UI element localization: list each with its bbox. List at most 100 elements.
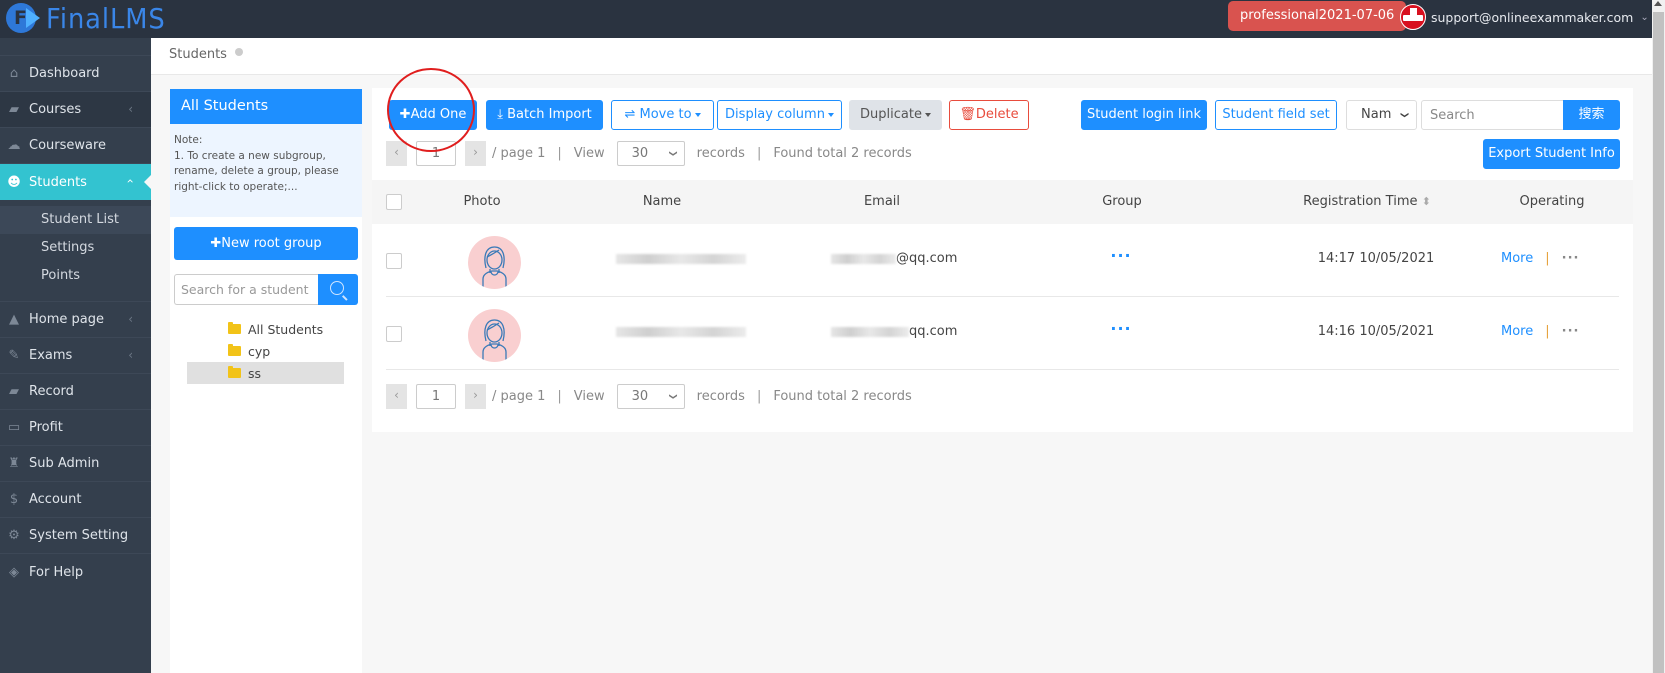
group-item-cyp[interactable]: cyp xyxy=(187,340,344,362)
more-options-button[interactable]: ··· xyxy=(1562,251,1580,266)
group-note: Note: 1. To create a new subgroup, renam… xyxy=(170,124,362,217)
sidebar-item-students[interactable]: ☻ Students ‹ xyxy=(0,164,152,200)
prev-page-button[interactable]: ‹ xyxy=(386,141,407,166)
group-item-all-students[interactable]: All Students xyxy=(187,318,344,340)
group-search-input[interactable] xyxy=(174,274,318,305)
student-photo xyxy=(468,309,521,362)
chevron-left-icon: ‹ xyxy=(128,102,133,116)
search-field-select[interactable]: Nam ❯ xyxy=(1346,100,1417,130)
next-page-button[interactable]: › xyxy=(465,141,486,166)
page-size-select[interactable]: 30 ❯ xyxy=(616,384,685,409)
chevron-left-icon: ‹ xyxy=(128,312,133,326)
credit-card-icon: ▭ xyxy=(7,420,21,435)
sidebar-item-account[interactable]: $ Account xyxy=(0,482,151,518)
user-avatar xyxy=(1400,4,1426,30)
sidebar-item-system-setting[interactable]: ⚙ System Setting xyxy=(0,518,151,554)
sidebar-item-courseware[interactable]: ☁ Courseware xyxy=(0,128,151,164)
folder-icon xyxy=(228,366,241,378)
records-label: records xyxy=(696,389,745,404)
column-photo: Photo xyxy=(463,194,501,209)
group-item-ss[interactable]: ss xyxy=(187,362,344,384)
row-checkbox[interactable] xyxy=(386,326,402,342)
registration-time: 14:16 10/05/2021 xyxy=(1317,324,1435,339)
top-bar: F FinalLMS professional2021-07-06 suppor… xyxy=(0,0,1652,38)
separator: | xyxy=(1545,251,1550,266)
prev-page-button[interactable]: ‹ xyxy=(386,384,407,409)
student-name xyxy=(581,324,781,339)
sidebar-item-profit[interactable]: ▭ Profit xyxy=(0,410,151,446)
column-group: Group xyxy=(1102,194,1142,209)
found-total-label: Found total 2 records xyxy=(773,146,912,161)
sidebar-item-dashboard[interactable]: ⌂ Dashboard xyxy=(0,56,151,92)
group-more-button[interactable]: ··· xyxy=(1076,246,1166,265)
batch-import-button[interactable]: ⤓ Batch Import xyxy=(486,100,603,130)
select-all-checkbox[interactable] xyxy=(386,194,402,210)
search-button[interactable]: 搜索 xyxy=(1563,100,1620,130)
page-number-input[interactable] xyxy=(416,141,456,166)
add-one-button[interactable]: ✚Add One xyxy=(389,100,477,130)
student-login-link-button[interactable]: Student login link xyxy=(1081,100,1207,130)
scrollbar-thumb[interactable] xyxy=(1653,12,1664,673)
redacted-email xyxy=(831,326,909,337)
student-field-set-button[interactable]: Student field set xyxy=(1215,100,1337,130)
display-column-button[interactable]: Display column xyxy=(717,100,842,130)
sidebar-subitem-settings[interactable]: Settings xyxy=(0,234,151,262)
user-menu[interactable]: support@onlineexammaker.com ⌄ xyxy=(1400,2,1649,32)
group-tree: All Students cyp ss xyxy=(170,318,362,384)
version-badge[interactable]: professional2021-07-06 xyxy=(1228,1,1407,31)
sidebar-item-record[interactable]: ▰ Record xyxy=(0,374,151,410)
breadcrumb: Students xyxy=(169,47,243,62)
vertical-scrollbar[interactable] xyxy=(1652,0,1665,673)
more-link[interactable]: More xyxy=(1501,251,1533,266)
student-search-input[interactable] xyxy=(1421,100,1564,130)
breadcrumb-current[interactable]: Students xyxy=(169,47,227,62)
view-label: View xyxy=(573,146,605,161)
page-number-input[interactable] xyxy=(416,384,456,409)
sidebar-subitem-student-list[interactable]: Student List xyxy=(0,206,151,234)
export-student-info-button[interactable]: Export Student Info xyxy=(1483,139,1620,169)
column-email: Email xyxy=(863,194,901,209)
move-to-button[interactable]: ⇌ Move to xyxy=(611,100,714,130)
table-row: qq.com ··· 14:16 10/05/2021 More | ··· xyxy=(386,297,1619,370)
records-label: records xyxy=(696,146,745,161)
next-page-button[interactable]: › xyxy=(465,384,486,409)
chevron-down-icon: ‹ xyxy=(123,178,138,184)
scroll-up-arrow[interactable] xyxy=(1654,1,1662,6)
note-title: Note: xyxy=(174,134,203,146)
user-email: support@onlineexammaker.com xyxy=(1431,9,1634,25)
group-search-button[interactable] xyxy=(318,274,358,305)
page-size-select[interactable]: 30 ❯ xyxy=(616,141,685,166)
chevron-down-icon: ❯ xyxy=(669,150,678,157)
users-icon: ☻ xyxy=(7,174,21,190)
column-registration-time[interactable]: Registration Time ⬍ xyxy=(1282,180,1452,224)
trash-icon: 🗑 xyxy=(959,107,976,122)
students-submenu: Student List Settings Points xyxy=(0,200,151,294)
exchange-icon: ⇌ xyxy=(624,107,636,122)
logo[interactable]: F FinalLMS xyxy=(6,0,176,36)
sidebar-item-exams[interactable]: ✎ Exams ‹ xyxy=(0,338,151,374)
duplicate-button[interactable]: Duplicate xyxy=(849,100,942,130)
separator: | xyxy=(1545,324,1550,339)
sidebar-item-home-page[interactable]: ▲ Home page ‹ xyxy=(0,302,151,338)
row-checkbox[interactable] xyxy=(386,253,402,269)
sidebar-subitem-points[interactable]: Points xyxy=(0,262,151,290)
sidebar-item-courses[interactable]: ▰ Courses ‹ xyxy=(0,92,151,128)
group-more-button[interactable]: ··· xyxy=(1076,319,1166,338)
sidebar-item-sub-admin[interactable]: ♜ Sub Admin xyxy=(0,446,151,482)
brand-name: FinalLMS xyxy=(46,1,166,35)
pagination-top: ‹ › / page 1 | View 30 ❯ records | Found… xyxy=(386,141,918,166)
row-operations: More | ··· xyxy=(1501,324,1621,339)
sidebar-item-for-help[interactable]: ◈ For Help xyxy=(0,554,151,590)
dollar-icon: $ xyxy=(9,492,19,507)
caret-down-icon xyxy=(924,112,931,117)
student-photo xyxy=(468,236,521,289)
gear-icon: ⚙ xyxy=(8,528,20,543)
found-total-label: Found total 2 records xyxy=(773,389,912,404)
more-options-button[interactable]: ··· xyxy=(1562,324,1580,339)
column-name: Name xyxy=(642,194,682,209)
new-root-group-button[interactable]: ✚New root group xyxy=(174,227,358,260)
ticket-icon: ◈ xyxy=(9,564,19,580)
registration-time: 14:17 10/05/2021 xyxy=(1317,251,1435,266)
delete-button[interactable]: 🗑Delete xyxy=(949,100,1029,130)
more-link[interactable]: More xyxy=(1501,324,1533,339)
